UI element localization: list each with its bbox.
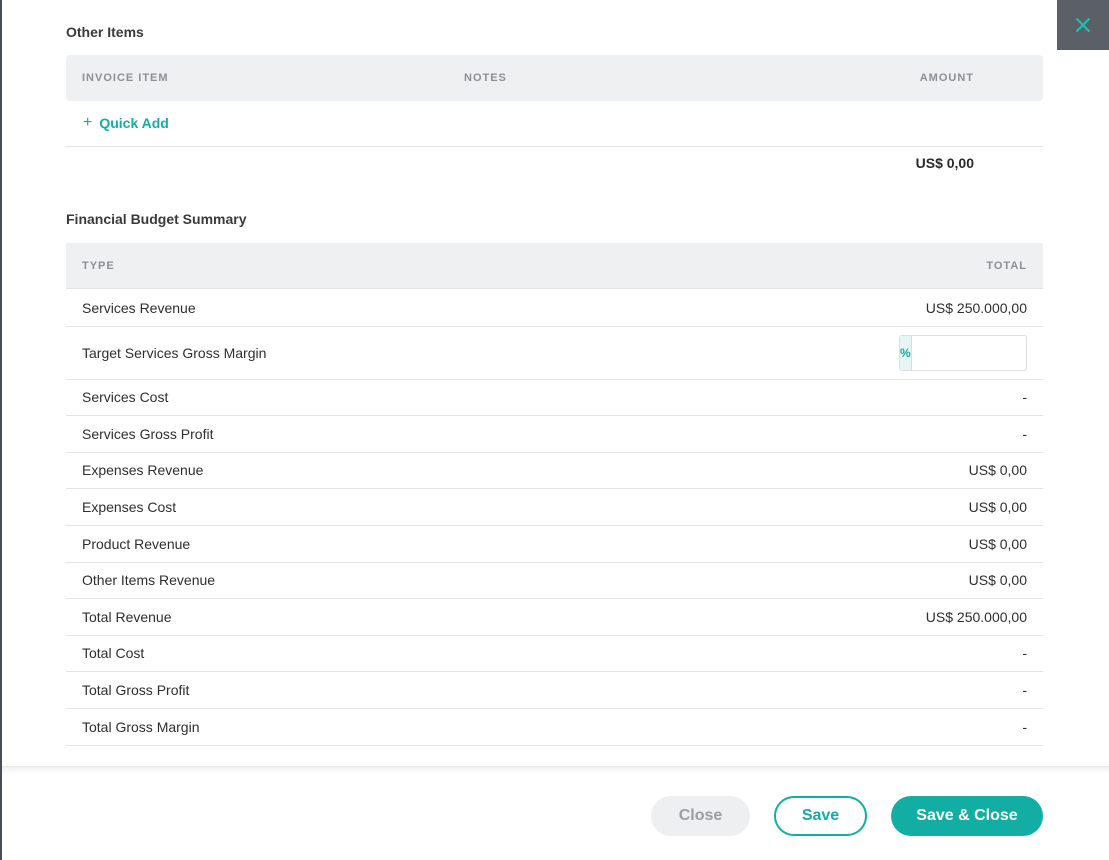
table-row: Services Revenue US$ 250.000,00 (66, 290, 1043, 327)
column-amount: AMOUNT (919, 72, 974, 84)
row-value: - (1022, 645, 1027, 661)
table-row: Total Gross Margin - (66, 709, 1043, 746)
quick-add-label: Quick Add (99, 115, 169, 131)
other-items-total: US$ 0,00 (915, 155, 974, 171)
row-value: - (1022, 389, 1027, 405)
row-value: US$ 0,00 (968, 462, 1027, 478)
table-row: Total Gross Profit - (66, 672, 1043, 709)
budget-table-body: Services Revenue US$ 250.000,00 Target S… (66, 290, 1109, 746)
row-value: - (1022, 682, 1027, 698)
plus-icon: + (83, 114, 93, 131)
row-value: US$ 0,00 (968, 536, 1027, 552)
table-row: Expenses Cost US$ 0,00 (66, 489, 1043, 526)
row-label: Product Revenue (82, 536, 191, 552)
close-icon (1076, 18, 1090, 32)
target-gross-margin-input[interactable] (911, 336, 1109, 370)
row-value: US$ 0,00 (968, 499, 1027, 515)
column-type: TYPE (82, 260, 115, 272)
column-total: TOTAL (986, 260, 1027, 272)
table-row: Target Services Gross Margin % (66, 327, 1109, 380)
save-button[interactable]: Save (774, 796, 867, 836)
row-label: Expenses Revenue (82, 462, 204, 478)
table-row: Services Gross Profit - (66, 416, 1043, 453)
left-edge-divider (0, 0, 2, 860)
column-invoice-item: INVOICE ITEM (82, 72, 169, 84)
row-value: - (1022, 426, 1027, 442)
close-panel-button[interactable] (1057, 0, 1109, 50)
table-row: Expenses Revenue US$ 0,00 (66, 453, 1043, 489)
divider (66, 146, 1043, 147)
other-items-table-header: INVOICE ITEM NOTES AMOUNT (66, 55, 1043, 101)
table-row: Services Cost - (66, 380, 1043, 416)
table-row: Total Cost - (66, 636, 1043, 672)
row-label: Services Gross Profit (82, 426, 214, 442)
row-label: Target Services Gross Margin (82, 345, 267, 361)
row-label: Total Gross Profit (82, 682, 190, 698)
row-label: Expenses Cost (82, 499, 177, 515)
footer-divider (2, 766, 1109, 774)
target-gross-margin-input-group: % (899, 335, 1109, 371)
quick-add-button[interactable]: + Quick Add (83, 113, 169, 133)
close-button[interactable]: Close (651, 796, 750, 836)
percent-addon: % (900, 336, 912, 370)
row-label: Services Revenue (82, 300, 196, 316)
table-row: Product Revenue US$ 0,00 (66, 526, 1043, 563)
other-items-title: Other Items (66, 24, 144, 40)
row-value: - (1022, 719, 1027, 735)
table-row: Other Items Revenue US$ 0,00 (66, 563, 1043, 599)
row-value: US$ 0,00 (968, 572, 1027, 588)
table-row: Total Revenue US$ 250.000,00 (66, 599, 1043, 636)
budget-table-header: TYPE TOTAL (66, 243, 1043, 289)
financial-budget-summary-title: Financial Budget Summary (66, 211, 247, 227)
column-notes: NOTES (464, 72, 507, 84)
row-label: Total Gross Margin (82, 719, 200, 735)
row-value: US$ 250.000,00 (925, 609, 1027, 625)
row-label: Other Items Revenue (82, 572, 216, 588)
row-label: Total Revenue (82, 609, 172, 625)
save-and-close-button[interactable]: Save & Close (891, 796, 1043, 836)
row-value: US$ 250.000,00 (925, 300, 1027, 316)
row-label: Total Cost (82, 645, 145, 661)
row-label: Services Cost (82, 389, 169, 405)
